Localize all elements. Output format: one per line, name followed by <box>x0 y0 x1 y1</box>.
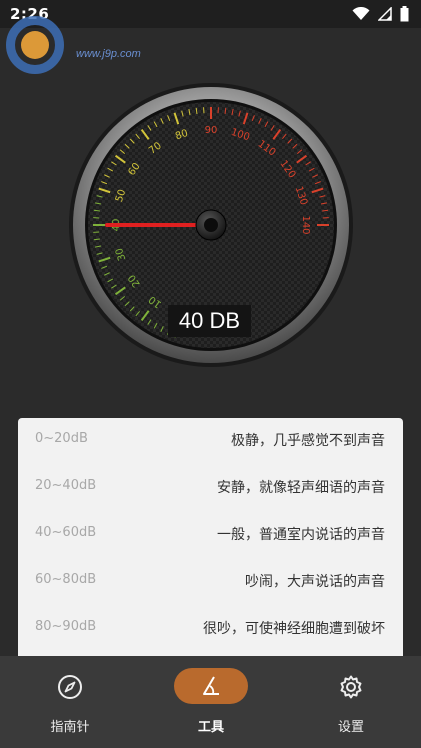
bottom-tab-bar: 指南针 工具 设置 <box>0 656 421 748</box>
tab-compass[interactable]: 指南针 <box>0 656 140 748</box>
level-range: 0~20dB <box>35 431 88 446</box>
tab-label: 工具 <box>197 720 224 735</box>
signal-icon <box>378 7 392 21</box>
list-item: 0~20dB 极静，几乎感觉不到声音 <box>18 418 403 464</box>
compass-icon <box>57 674 83 704</box>
wifi-icon <box>352 7 370 21</box>
db-reading: 40 DB <box>168 305 251 337</box>
gear-icon <box>338 674 364 704</box>
list-item: 20~40dB 安静，就像轻声细语的声音 <box>18 465 403 511</box>
noise-level-table: 0~20dB 极静，几乎感觉不到声音 20~40dB 安静，就像轻声细语的声音 … <box>18 418 403 656</box>
level-range: 60~80dB <box>35 572 97 587</box>
level-range: 20~40dB <box>35 478 97 493</box>
status-icons <box>352 6 409 22</box>
watermark-logo-dot <box>21 31 49 59</box>
gauge-hub-center <box>204 218 218 232</box>
tab-tools[interactable]: 工具 <box>141 656 281 748</box>
level-description: 一般，普通室内说话的声音 <box>217 527 385 543</box>
gauge-tick-label: 140 <box>300 215 311 234</box>
level-description: 极静，几乎感觉不到声音 <box>231 433 385 449</box>
level-description: 吵闹，大声说话的声音 <box>245 574 385 590</box>
watermark-logo: www.j9p.com <box>0 12 170 82</box>
list-item: 80~90dB 很吵，可使神经细胞遭到破坏 <box>18 606 403 652</box>
watermark-url: www.j9p.com <box>76 48 141 60</box>
angle-icon <box>199 674 223 702</box>
list-item: 40~60dB 一般，普通室内说话的声音 <box>18 512 403 558</box>
tab-settings[interactable]: 设置 <box>281 656 421 748</box>
level-description: 安静，就像轻声细语的声音 <box>217 480 385 496</box>
gauge-tick-label: 90 <box>205 125 218 136</box>
tab-label: 指南针 <box>50 720 90 735</box>
tab-label: 设置 <box>337 720 364 735</box>
battery-icon <box>400 6 409 22</box>
level-range: 40~60dB <box>35 525 97 540</box>
level-description: 很吵，可使神经细胞遭到破坏 <box>203 621 385 637</box>
list-item: 60~80dB 吵闹，大声说话的声音 <box>18 559 403 605</box>
level-range: 80~90dB <box>35 619 97 634</box>
